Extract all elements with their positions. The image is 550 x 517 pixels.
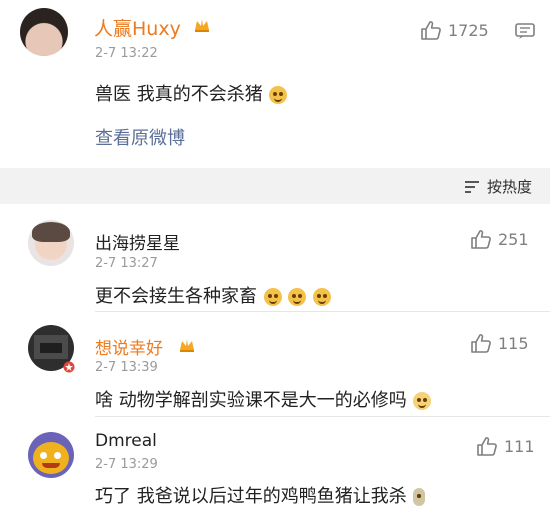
sort-icon — [464, 180, 479, 193]
candle-emoji-icon — [413, 488, 426, 506]
thumb-up-icon — [421, 21, 441, 40]
comment-text: 啥 动物学解剖实验课不是大一的必修吗 — [95, 386, 432, 412]
crown-icon — [180, 339, 194, 352]
divider — [95, 416, 550, 417]
comment-like-count: 251 — [498, 229, 529, 249]
comment-like-count: 111 — [504, 436, 535, 456]
comment-text-content: 更不会接生各种家畜 — [95, 286, 257, 307]
comment-author[interactable]: 出海捞星星 — [95, 229, 180, 254]
thumb-up-icon — [471, 334, 491, 353]
badge-icon — [63, 361, 75, 373]
comment-author[interactable]: Dmreal — [95, 431, 157, 451]
avatar[interactable] — [28, 432, 74, 478]
comment-text-content: 啥 动物学解剖实验课不是大一的必修吗 — [95, 390, 407, 411]
crown-icon — [195, 19, 209, 32]
comment-like-button[interactable]: 251 — [470, 229, 529, 249]
avatar[interactable] — [20, 8, 68, 56]
main-post-card: 人赢Huxy 2-7 13:22 1725 兽医 我真的不会杀猪 查看原微博 — [0, 0, 550, 168]
post-text: 兽医 我真的不会杀猪 — [95, 80, 288, 106]
comment-like-button[interactable]: 111 — [476, 436, 535, 456]
comment-time: 2-7 13:29 — [95, 457, 158, 472]
comment-text: 更不会接生各种家畜 — [95, 282, 332, 308]
comment-like-button[interactable]: 115 — [470, 333, 529, 353]
comment-list: 出海捞星星 2-7 13:27 251 更不会接生各种家畜 想说幸好 2-7 1… — [0, 204, 550, 517]
post-time: 2-7 13:22 — [95, 46, 158, 61]
comment-like-count: 115 — [498, 333, 529, 353]
comment-text: 巧了 我爸说以后过年的鸡鸭鱼猪让我杀 — [95, 482, 426, 508]
author-name[interactable]: 人赢Huxy — [94, 14, 181, 41]
thumb-up-icon — [477, 437, 497, 456]
laugh-emoji-icon — [313, 288, 332, 306]
like-count: 1725 — [448, 20, 489, 40]
cat-emoji-icon — [413, 392, 432, 410]
laugh-emoji-icon — [269, 86, 288, 104]
view-original-link[interactable]: 查看原微博 — [95, 124, 185, 150]
comment-author[interactable]: 想说幸好 — [95, 334, 163, 359]
divider — [95, 311, 550, 312]
comment-text-content: 巧了 我爸说以后过年的鸡鸭鱼猪让我杀 — [95, 486, 407, 507]
post-text-content: 兽医 我真的不会杀猪 — [95, 84, 263, 105]
comment-time: 2-7 13:27 — [95, 256, 158, 271]
comment-time: 2-7 13:39 — [95, 360, 158, 375]
like-button[interactable]: 1725 — [420, 20, 489, 40]
reply-icon[interactable] — [514, 22, 536, 40]
laugh-emoji-icon — [263, 288, 282, 306]
laugh-emoji-icon — [288, 288, 307, 306]
avatar[interactable] — [28, 220, 74, 266]
sort-label: 按热度 — [486, 178, 532, 196]
sort-button[interactable]: 按热度 — [463, 176, 532, 197]
thumb-up-icon — [471, 230, 491, 249]
